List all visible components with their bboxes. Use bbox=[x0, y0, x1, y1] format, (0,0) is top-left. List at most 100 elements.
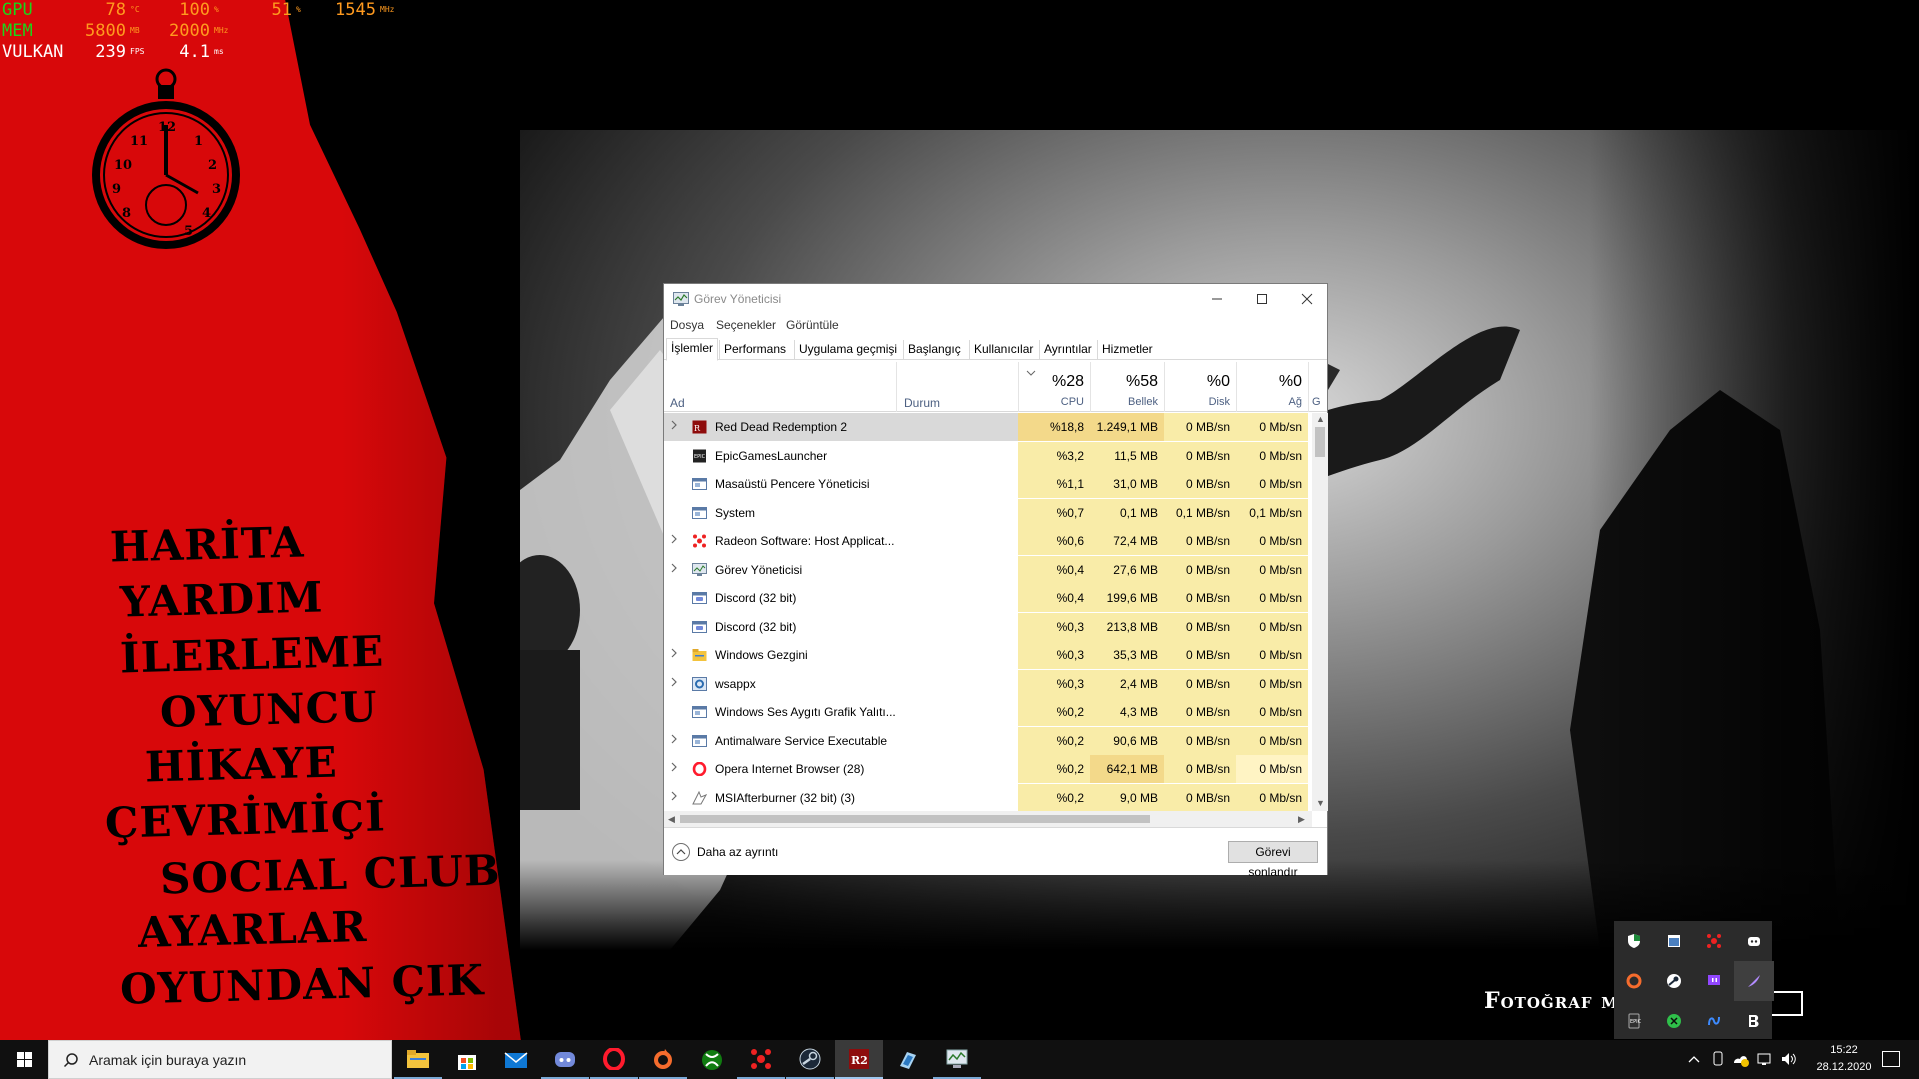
vertical-scrollbar[interactable]: ▲ ▼ bbox=[1312, 413, 1328, 811]
process-name-cell[interactable]: Discord (32 bit) bbox=[664, 613, 1018, 641]
tab-details[interactable]: Ayrıntılar bbox=[1039, 340, 1096, 360]
taskbar-discord[interactable] bbox=[541, 1040, 589, 1079]
process-row[interactable]: Antimalware Service Executable %0,2 90,6 M… bbox=[664, 726, 1314, 755]
process-row[interactable]: Windows Ses Aygıtı Grafik Yalıtı... %0,2 4… bbox=[664, 698, 1314, 726]
taskbar-file-explorer[interactable] bbox=[394, 1040, 442, 1079]
taskbar-task-manager[interactable] bbox=[933, 1040, 981, 1079]
menu-item-quit[interactable]: OYUNDAN ÇIK bbox=[119, 955, 484, 1014]
taskbar-mail[interactable] bbox=[492, 1040, 540, 1079]
process-name-cell[interactable]: Discord (32 bit) bbox=[664, 584, 1018, 612]
process-name-cell[interactable]: wsappx bbox=[664, 670, 1018, 698]
tab-processes[interactable]: İşlemler bbox=[666, 338, 719, 361]
expand-chevron-icon[interactable] bbox=[670, 648, 678, 661]
defender-icon[interactable] bbox=[1614, 921, 1654, 961]
menu-item-player[interactable]: OYUNCU bbox=[159, 682, 378, 737]
end-task-button[interactable]: Görevi sonlandır bbox=[1228, 841, 1318, 879]
process-row[interactable]: Discord (32 bit) %0,4 199,6 MB 0 MB/sn 0 Mb/… bbox=[664, 584, 1314, 612]
taskbar-paint[interactable] bbox=[884, 1040, 932, 1079]
maximize-button[interactable] bbox=[1239, 284, 1284, 314]
expand-chevron-icon[interactable] bbox=[670, 534, 678, 547]
tray-overflow-chevron-icon[interactable] bbox=[1688, 1054, 1700, 1064]
process-name-cell[interactable]: EPIC EpicGamesLauncher bbox=[664, 442, 1018, 470]
network-icon[interactable] bbox=[1756, 1051, 1774, 1067]
process-row[interactable]: wsappx %0,3 2,4 MB 0 MB/sn 0 Mb/sn bbox=[664, 669, 1314, 698]
process-name-cell[interactable]: MSIAfterburner (32 bit) (3) bbox=[664, 784, 1018, 812]
feather-icon[interactable] bbox=[1734, 961, 1774, 1001]
epic-icon[interactable]: EPIC bbox=[1614, 1001, 1654, 1041]
disk-total[interactable]: %0 bbox=[1164, 373, 1230, 391]
taskbar-radeon[interactable] bbox=[737, 1040, 785, 1079]
process-row[interactable]: Radeon Software: Host Applicat... %0,6 72,… bbox=[664, 527, 1314, 555]
scroll-thumb[interactable] bbox=[680, 815, 1150, 823]
razer-icon[interactable] bbox=[1654, 1001, 1694, 1041]
scroll-down-icon[interactable]: ▼ bbox=[1316, 798, 1325, 808]
column-name[interactable]: Ad bbox=[670, 396, 685, 410]
menu-view[interactable]: Görüntüle bbox=[786, 318, 839, 332]
tab-users[interactable]: Kullanıcılar bbox=[969, 340, 1037, 360]
notification-center-icon[interactable] bbox=[1882, 1051, 1900, 1067]
column-memory[interactable]: Bellek bbox=[1090, 396, 1158, 408]
horizontal-scrollbar[interactable]: ◀ ▶ bbox=[664, 811, 1312, 827]
column-status[interactable]: Durum bbox=[904, 396, 940, 410]
expand-chevron-icon[interactable] bbox=[670, 791, 678, 804]
tab-startup[interactable]: Başlangıç bbox=[903, 340, 965, 360]
process-row[interactable]: MSIAfterburner (32 bit) (3) %0,2 9,0 MB 0 M… bbox=[664, 783, 1314, 812]
tab-app-history[interactable]: Uygulama geçmişi bbox=[794, 340, 901, 360]
expand-chevron-icon[interactable] bbox=[670, 677, 678, 690]
tab-services[interactable]: Hizmetler bbox=[1097, 340, 1157, 360]
bitdefender-icon[interactable] bbox=[1734, 1001, 1774, 1041]
scroll-right-icon[interactable]: ▶ bbox=[1298, 814, 1305, 825]
menu-item-online[interactable]: ÇEVRİMİÇİ bbox=[104, 791, 386, 847]
column-disk[interactable]: Disk bbox=[1164, 396, 1230, 408]
search-box[interactable]: Aramak için buraya yazın bbox=[48, 1040, 392, 1079]
process-row[interactable]: Windows Gezgini %0,3 35,3 MB 0 MB/sn 0 Mb/sn bbox=[664, 641, 1314, 669]
discord-icon[interactable] bbox=[1734, 921, 1774, 961]
clock-time[interactable]: 15:22 bbox=[1812, 1044, 1876, 1056]
expand-chevron-icon[interactable] bbox=[670, 762, 678, 775]
menu-options[interactable]: Seçenekler bbox=[716, 318, 776, 332]
taskbar-opera[interactable] bbox=[590, 1040, 638, 1079]
column-network[interactable]: Ağ bbox=[1236, 396, 1302, 408]
taskbar-rdr2[interactable]: R2 bbox=[835, 1040, 883, 1079]
origin-icon[interactable] bbox=[1614, 961, 1654, 1001]
scroll-thumb[interactable] bbox=[1315, 427, 1325, 457]
network-total[interactable]: %0 bbox=[1236, 373, 1302, 391]
scroll-left-icon[interactable]: ◀ bbox=[668, 814, 675, 825]
expand-chevron-icon[interactable] bbox=[670, 734, 678, 747]
process-row[interactable]: Discord (32 bit) %0,3 213,8 MB 0 MB/sn 0 Mb/… bbox=[664, 612, 1314, 641]
radeon-icon[interactable] bbox=[1694, 921, 1734, 961]
menu-item-story[interactable]: HİKAYE bbox=[144, 737, 338, 791]
process-row[interactable]: Opera Internet Browser (28) %0,2 642,1 MB 0… bbox=[664, 755, 1314, 783]
twitch-icon[interactable] bbox=[1694, 961, 1734, 1001]
device-icon[interactable] bbox=[1710, 1051, 1726, 1067]
process-name-cell[interactable]: Windows Ses Aygıtı Grafik Yalıtı... bbox=[664, 698, 1018, 726]
task-manager-window[interactable]: Görev Yöneticisi Dosya Seçenekler Görünt… bbox=[663, 283, 1329, 879]
expand-chevron-icon[interactable] bbox=[670, 563, 678, 576]
expand-chevron-icon[interactable] bbox=[670, 420, 678, 433]
cpu-total[interactable]: %28 bbox=[1018, 373, 1084, 391]
fewer-details-link[interactable]: Daha az ayrıntı bbox=[697, 845, 778, 859]
process-name-cell[interactable]: Antimalware Service Executable bbox=[664, 727, 1018, 755]
clock-date[interactable]: 28.12.2020 bbox=[1806, 1061, 1882, 1073]
taskbar-origin[interactable] bbox=[639, 1040, 687, 1079]
process-row[interactable]: EPIC EpicGamesLauncher %3,2 11,5 MB 0 MB/sn 0… bbox=[664, 441, 1314, 470]
process-row[interactable]: Masaüstü Pencere Yöneticisi %1,1 31,0 MB 0 … bbox=[664, 470, 1314, 498]
process-name-cell[interactable]: Windows Gezgini bbox=[664, 641, 1018, 669]
column-gpu-partial[interactable]: G bbox=[1312, 396, 1322, 408]
tab-performance[interactable]: Performans bbox=[719, 340, 790, 360]
onedrive-warning-icon[interactable] bbox=[1732, 1051, 1750, 1067]
process-name-cell[interactable]: Görev Yöneticisi bbox=[664, 556, 1018, 584]
steam-icon[interactable] bbox=[1654, 961, 1694, 1001]
window-app-icon[interactable] bbox=[1654, 921, 1694, 961]
memory-total[interactable]: %58 bbox=[1090, 373, 1158, 391]
close-button[interactable] bbox=[1284, 284, 1329, 314]
menu-item-progress[interactable]: İLERLEME bbox=[119, 627, 384, 683]
process-row[interactable]: R Red Dead Redemption 2 %18,8 1.249,1 MB 0 M… bbox=[664, 413, 1314, 441]
scroll-up-icon[interactable]: ▲ bbox=[1316, 414, 1325, 424]
menu-file[interactable]: Dosya bbox=[670, 318, 704, 332]
menu-item-social-club[interactable]: SOCIAL CLUB bbox=[159, 846, 501, 904]
taskbar-steam[interactable] bbox=[786, 1040, 834, 1079]
volume-icon[interactable] bbox=[1780, 1051, 1798, 1067]
taskbar-store[interactable] bbox=[443, 1040, 491, 1079]
menu-item-map[interactable]: HARİTA bbox=[109, 517, 305, 571]
